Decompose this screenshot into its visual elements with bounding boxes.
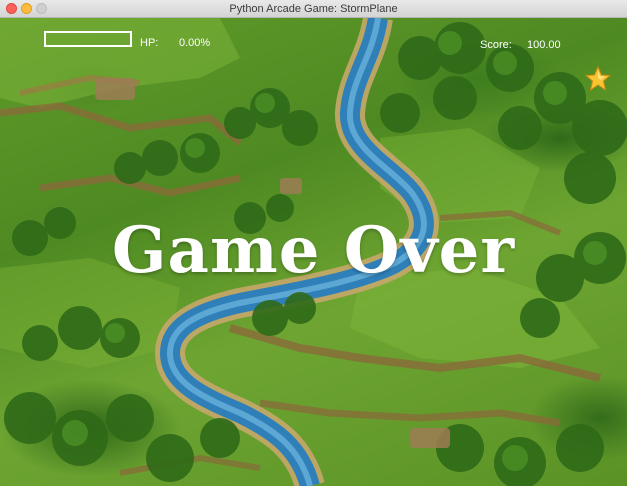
score-label: Score:	[480, 39, 512, 51]
hp-value: 0.00%	[179, 37, 211, 49]
game-window: Python Arcade Game: StormPlane HP: 0.00%…	[0, 0, 627, 486]
window-title: Python Arcade Game: StormPlane	[229, 3, 398, 15]
title-bar: Python Arcade Game: StormPlane	[0, 0, 627, 18]
game-canvas[interactable]: HP: 0.00% Score: 100.00 Game Over	[0, 18, 627, 486]
star-icon	[585, 66, 611, 92]
score-value: 100.00	[527, 39, 561, 51]
hp-bar	[44, 31, 132, 47]
game-over-message: Game Over	[111, 213, 516, 288]
hp-label: HP:	[140, 37, 159, 49]
